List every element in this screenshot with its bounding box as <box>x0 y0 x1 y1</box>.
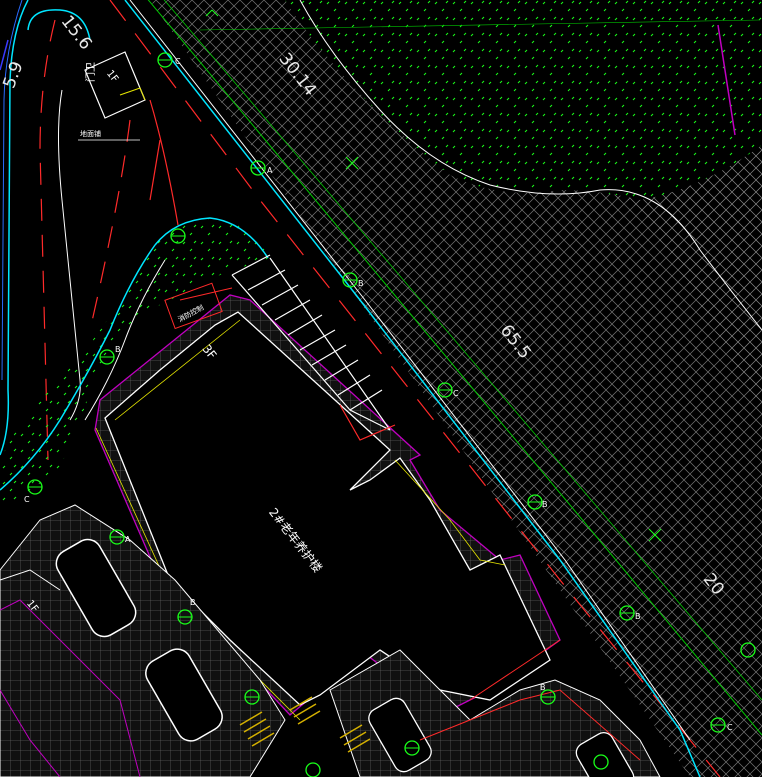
marker-c-4: C <box>727 723 733 732</box>
marker-b-4: B <box>190 598 196 607</box>
marker-c-2: C <box>453 389 459 398</box>
dim-left-edge: 5.9 <box>0 59 27 91</box>
marker-b-6: B <box>540 683 546 692</box>
dim-top-left: 15.6 <box>57 12 96 54</box>
marker-c-3: C <box>24 495 30 504</box>
marker-c-1: C <box>175 57 181 66</box>
note-label: 地面铺 <box>80 129 101 138</box>
marker-b-2: B <box>115 345 121 354</box>
cad-site-plan: C A B B C C A B B B B C 15.6 5.9 30.14 6… <box>0 0 762 777</box>
marker-b-5: B <box>635 612 641 621</box>
marker-b-1: B <box>358 279 364 288</box>
marker-a-2: A <box>125 535 131 544</box>
site-plan-drawing: C A B B C C A B B B B C 15.6 5.9 30.14 6… <box>0 0 762 777</box>
marker-a-1: A <box>267 166 273 175</box>
room-label-top: 门卫 <box>84 62 97 82</box>
marker-b-3: B <box>542 500 548 509</box>
